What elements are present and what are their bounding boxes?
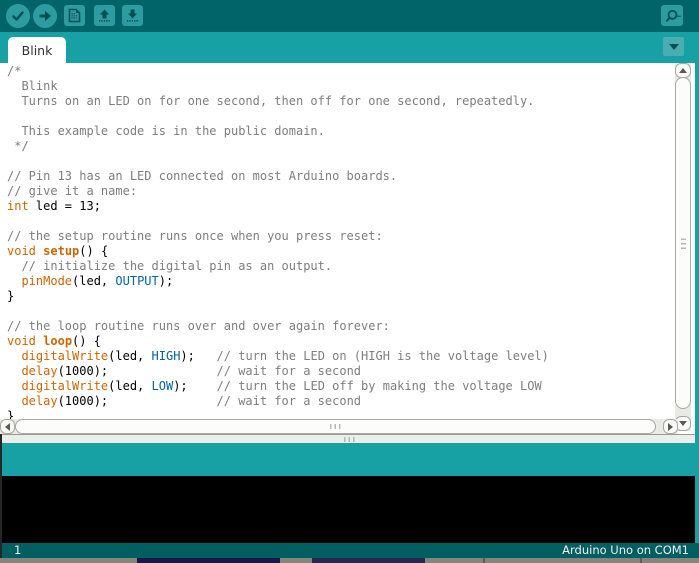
grip-icon [330,424,341,429]
scroll-left-button[interactable] [0,419,15,434]
serial-monitor-button[interactable] [661,5,683,26]
horizontal-scrollbar [0,419,678,434]
horizontal-scroll-thumb[interactable] [15,419,656,434]
check-icon [10,8,26,24]
taskbar-segment [312,558,425,563]
triangle-down-icon [679,421,687,426]
open-up-arrow-tray-icon [97,8,112,23]
triangle-left-icon [5,423,10,431]
scroll-right-button[interactable] [663,419,678,434]
upload-button[interactable] [33,4,57,28]
save-down-arrow-tray-icon [125,8,140,23]
tab-blink[interactable]: Blink [8,37,66,63]
chevron-down-icon [669,44,679,50]
vertical-scrollbar [675,63,691,431]
line-number-indicator: 1 [14,543,21,558]
grip-icon [681,238,686,249]
taskbar-segment [137,558,280,563]
new-document-icon [67,8,82,23]
magnifier-icon [664,8,681,24]
triangle-up-icon [679,68,687,73]
save-button[interactable] [122,5,143,26]
code-text[interactable]: /* Blink Turns on an LED on for one seco… [7,64,549,424]
window-left-border [0,434,2,558]
taskbar-divider [640,558,642,563]
vertical-scroll-thumb[interactable] [675,77,691,409]
taskbar-divider [483,558,485,563]
taskbar-sliver [0,558,699,563]
code-editor: /* Blink Turns on an LED on for one seco… [0,63,695,434]
window-right-border [695,32,699,543]
tab-menu-button[interactable] [663,37,684,56]
scroll-up-button[interactable] [675,63,691,78]
board-port-info: Arduino Uno on COM1 [562,543,689,558]
triangle-right-icon [668,423,673,431]
open-button[interactable] [94,5,115,26]
verify-button[interactable] [6,4,30,28]
grip-icon [344,437,355,442]
editor-console-splitter[interactable] [0,434,699,443]
tab-label: Blink [22,43,53,58]
console-output[interactable] [0,476,699,543]
toolbar [0,0,699,32]
status-bar: 1 Arduino Uno on COM1 [0,543,699,558]
tab-bar: Blink [0,32,699,63]
new-sketch-button[interactable] [64,5,85,26]
console-header-band [0,443,699,476]
arduino-ide-window: Blink /* Blink Turns on an LED on for on… [0,0,699,563]
arrow-right-icon [37,8,53,24]
